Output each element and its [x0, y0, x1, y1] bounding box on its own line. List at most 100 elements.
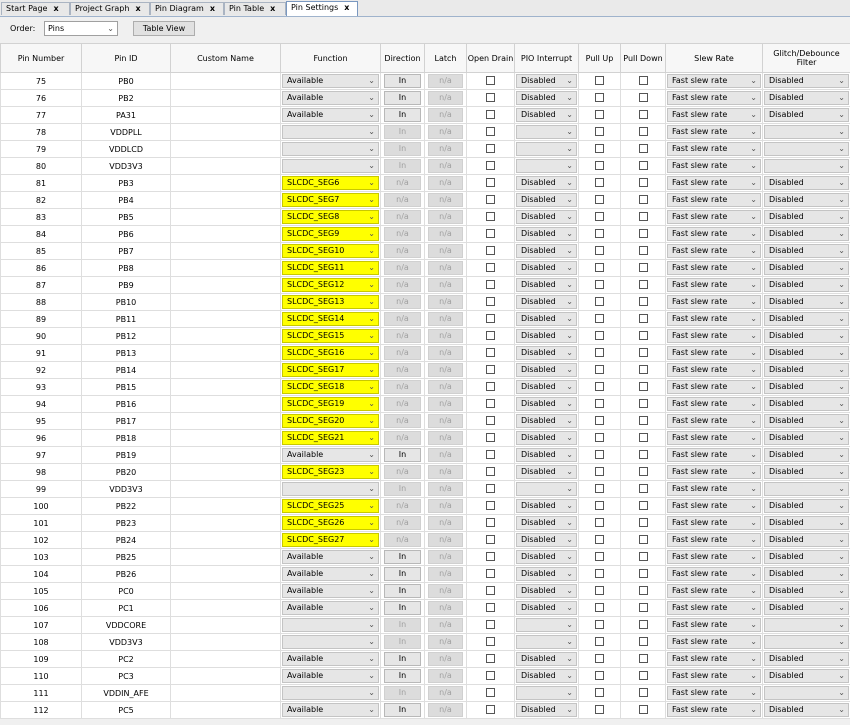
slew-rate-select[interactable]: Fast slew rate ⌄	[667, 499, 761, 513]
slew-rate-select[interactable]: Fast slew rate ⌄	[667, 482, 761, 496]
table-view-button[interactable]: Table View	[133, 21, 195, 36]
custom-name-cell[interactable]	[170, 174, 281, 192]
custom-name-cell[interactable]	[170, 531, 281, 549]
open-drain-checkbox[interactable]	[486, 450, 495, 459]
col-custom-name-header[interactable]: Custom Name	[170, 43, 281, 73]
custom-name-cell[interactable]	[170, 327, 281, 345]
function-select[interactable]: Available ⌄	[282, 703, 379, 717]
glitch-filter-select[interactable]: Disabled ⌄	[764, 312, 849, 326]
direction-button[interactable]: In	[384, 703, 421, 717]
pio-interrupt-select[interactable]: ⌄	[516, 159, 577, 173]
tab-pin-table[interactable]: Pin Table x	[224, 2, 286, 15]
pull-down-checkbox[interactable]	[638, 127, 648, 136]
glitch-filter-select[interactable]: Disabled ⌄	[764, 550, 849, 564]
direction-button[interactable]: n/a	[384, 431, 421, 445]
custom-name-cell[interactable]	[170, 395, 281, 413]
function-select[interactable]: Available ⌄	[282, 550, 379, 564]
pull-up-checkbox[interactable]	[595, 433, 604, 442]
pull-down-checkbox[interactable]	[638, 382, 648, 391]
direction-button[interactable]: In	[384, 652, 421, 666]
direction-button[interactable]: n/a	[384, 380, 421, 394]
open-drain-checkbox[interactable]	[486, 518, 495, 527]
pull-up-checkbox[interactable]	[595, 637, 604, 646]
glitch-filter-select[interactable]: ⌄	[764, 142, 849, 156]
glitch-filter-select[interactable]: Disabled ⌄	[764, 261, 849, 275]
pull-up-checkbox[interactable]	[595, 76, 604, 85]
slew-rate-select[interactable]: Fast slew rate ⌄	[667, 584, 761, 598]
pull-down-checkbox[interactable]	[638, 484, 648, 493]
custom-name-cell[interactable]	[170, 89, 281, 107]
open-drain-checkbox[interactable]	[486, 654, 495, 663]
custom-name-cell[interactable]	[170, 667, 281, 685]
pio-interrupt-select[interactable]: Disabled ⌄	[516, 363, 577, 377]
direction-button[interactable]: n/a	[384, 465, 421, 479]
direction-button[interactable]: In	[384, 601, 421, 615]
glitch-filter-select[interactable]: Disabled ⌄	[764, 74, 849, 88]
custom-name-cell[interactable]	[170, 565, 281, 583]
function-select[interactable]: ⌄	[282, 125, 379, 139]
pio-interrupt-select[interactable]: Disabled ⌄	[516, 703, 577, 717]
open-drain-checkbox[interactable]	[486, 195, 495, 204]
pull-up-checkbox[interactable]	[595, 246, 604, 255]
open-drain-checkbox[interactable]	[486, 433, 495, 442]
slew-rate-select[interactable]: Fast slew rate ⌄	[667, 91, 761, 105]
pull-down-checkbox[interactable]	[638, 263, 648, 272]
glitch-filter-select[interactable]: Disabled ⌄	[764, 669, 849, 683]
slew-rate-select[interactable]: Fast slew rate ⌄	[667, 601, 761, 615]
open-drain-checkbox[interactable]	[486, 178, 495, 187]
pull-up-checkbox[interactable]	[595, 348, 604, 357]
direction-button[interactable]: In	[384, 550, 421, 564]
glitch-filter-select[interactable]: Disabled ⌄	[764, 346, 849, 360]
col-function-header[interactable]: Function	[280, 43, 381, 73]
custom-name-cell[interactable]	[170, 599, 281, 617]
direction-button[interactable]: In	[384, 74, 421, 88]
tab-pin-diagram[interactable]: Pin Diagram x	[150, 2, 224, 15]
slew-rate-select[interactable]: Fast slew rate ⌄	[667, 414, 761, 428]
tab-project-graph[interactable]: Project Graph x	[70, 2, 150, 15]
open-drain-checkbox[interactable]	[486, 365, 495, 374]
pull-down-checkbox[interactable]	[638, 110, 648, 119]
pull-down-checkbox[interactable]	[638, 144, 648, 153]
pull-up-checkbox[interactable]	[595, 110, 604, 119]
function-select[interactable]: Available ⌄	[282, 108, 379, 122]
custom-name-cell[interactable]	[170, 701, 281, 719]
pull-up-checkbox[interactable]	[595, 654, 604, 663]
glitch-filter-select[interactable]: Disabled ⌄	[764, 278, 849, 292]
function-select[interactable]: Available ⌄	[282, 601, 379, 615]
slew-rate-select[interactable]: Fast slew rate ⌄	[667, 125, 761, 139]
direction-button[interactable]: n/a	[384, 261, 421, 275]
pull-up-checkbox[interactable]	[595, 569, 604, 578]
custom-name-cell[interactable]	[170, 412, 281, 430]
glitch-filter-select[interactable]: Disabled ⌄	[764, 414, 849, 428]
open-drain-checkbox[interactable]	[486, 501, 495, 510]
direction-button[interactable]: n/a	[384, 193, 421, 207]
glitch-filter-select[interactable]: Disabled ⌄	[764, 227, 849, 241]
glitch-filter-select[interactable]: ⌄	[764, 125, 849, 139]
pio-interrupt-select[interactable]: Disabled ⌄	[516, 380, 577, 394]
pull-down-checkbox[interactable]	[638, 416, 648, 425]
pio-interrupt-select[interactable]: ⌄	[516, 142, 577, 156]
pull-up-checkbox[interactable]	[595, 93, 604, 102]
glitch-filter-select[interactable]: ⌄	[764, 482, 849, 496]
slew-rate-select[interactable]: Fast slew rate ⌄	[667, 703, 761, 717]
custom-name-cell[interactable]	[170, 106, 281, 124]
slew-rate-select[interactable]: Fast slew rate ⌄	[667, 74, 761, 88]
slew-rate-select[interactable]: Fast slew rate ⌄	[667, 176, 761, 190]
open-drain-checkbox[interactable]	[486, 246, 495, 255]
open-drain-checkbox[interactable]	[486, 76, 495, 85]
pull-down-checkbox[interactable]	[638, 93, 648, 102]
slew-rate-select[interactable]: Fast slew rate ⌄	[667, 159, 761, 173]
glitch-filter-select[interactable]: Disabled ⌄	[764, 108, 849, 122]
pull-up-checkbox[interactable]	[595, 501, 604, 510]
pull-down-checkbox[interactable]	[638, 331, 648, 340]
pio-interrupt-select[interactable]: ⌄	[516, 686, 577, 700]
open-drain-checkbox[interactable]	[486, 416, 495, 425]
custom-name-cell[interactable]	[170, 72, 281, 90]
custom-name-cell[interactable]	[170, 191, 281, 209]
slew-rate-select[interactable]: Fast slew rate ⌄	[667, 244, 761, 258]
pull-up-checkbox[interactable]	[595, 161, 604, 170]
pull-up-checkbox[interactable]	[595, 144, 604, 153]
pull-up-checkbox[interactable]	[595, 314, 604, 323]
open-drain-checkbox[interactable]	[486, 280, 495, 289]
open-drain-checkbox[interactable]	[486, 484, 495, 493]
